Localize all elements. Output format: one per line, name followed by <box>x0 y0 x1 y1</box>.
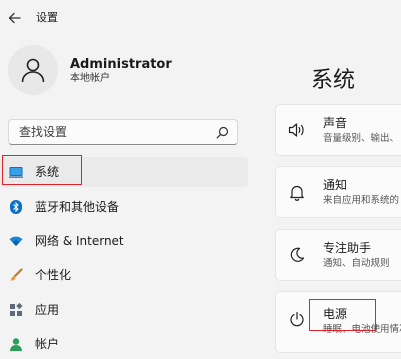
sidebar-item-label: 蓝牙和其他设备 <box>35 200 120 214</box>
sidebar-item-label: 应用 <box>35 303 60 317</box>
sidebar-item-system[interactable]: 系统 <box>0 157 248 187</box>
card-title: 声音 <box>323 116 348 130</box>
sidebar-item-bluetooth[interactable]: 蓝牙和其他设备 <box>0 192 248 222</box>
window-title: 设置 <box>36 11 58 24</box>
card-subtitle: 通知、自动规则 <box>323 258 390 269</box>
card-subtitle: 来自应用和系统的 <box>323 195 400 206</box>
search-icon[interactable] <box>216 126 229 139</box>
moon-icon <box>288 246 306 264</box>
title-bar: 设置 <box>0 0 401 36</box>
apps-icon <box>9 303 23 317</box>
avatar[interactable] <box>8 45 58 95</box>
back-button[interactable] <box>6 9 24 27</box>
sidebar-item-label: 系统 <box>35 165 60 179</box>
card-title: 电源 <box>323 307 348 321</box>
search-placeholder: 查找设置 <box>19 125 68 139</box>
card-subtitle: 音量级别、输出、 <box>323 133 400 144</box>
bluetooth-icon <box>9 200 23 214</box>
card-title: 专注助手 <box>323 241 372 255</box>
account-type: 本地帐户 <box>70 73 110 84</box>
sidebar-item-label: 网络 & Internet <box>35 234 124 248</box>
sidebar-item-network[interactable]: 网络 & Internet <box>0 226 248 256</box>
user-icon <box>21 58 45 83</box>
page-title: 系统 <box>311 68 356 93</box>
card-power[interactable]: 电源 睡眠、电池使用情况 <box>275 291 401 353</box>
card-title: 通知 <box>323 178 348 192</box>
sidebar-item-apps[interactable]: 应用 <box>0 295 248 325</box>
speaker-icon <box>288 121 306 139</box>
card-notifications[interactable]: 通知 来自应用和系统的 <box>275 166 401 218</box>
power-icon <box>288 310 306 328</box>
sidebar-item-accounts[interactable]: 帐户 <box>0 329 248 359</box>
system-icon <box>9 165 23 179</box>
card-subtitle: 睡眠、电池使用情况 <box>323 324 401 335</box>
card-focus-assist[interactable]: 专注助手 通知、自动规则 <box>275 229 401 281</box>
account-icon <box>9 337 23 351</box>
sidebar-item-label: 个性化 <box>35 268 72 282</box>
brush-icon <box>9 268 23 282</box>
card-sound[interactable]: 声音 音量级别、输出、 <box>275 104 401 156</box>
back-arrow-icon <box>8 12 21 24</box>
account-name: Administrator <box>70 57 172 72</box>
search-input[interactable]: 查找设置 <box>8 119 238 145</box>
sidebar-item-personalization[interactable]: 个性化 <box>0 260 248 290</box>
network-icon <box>9 234 23 248</box>
bell-icon <box>288 183 306 201</box>
